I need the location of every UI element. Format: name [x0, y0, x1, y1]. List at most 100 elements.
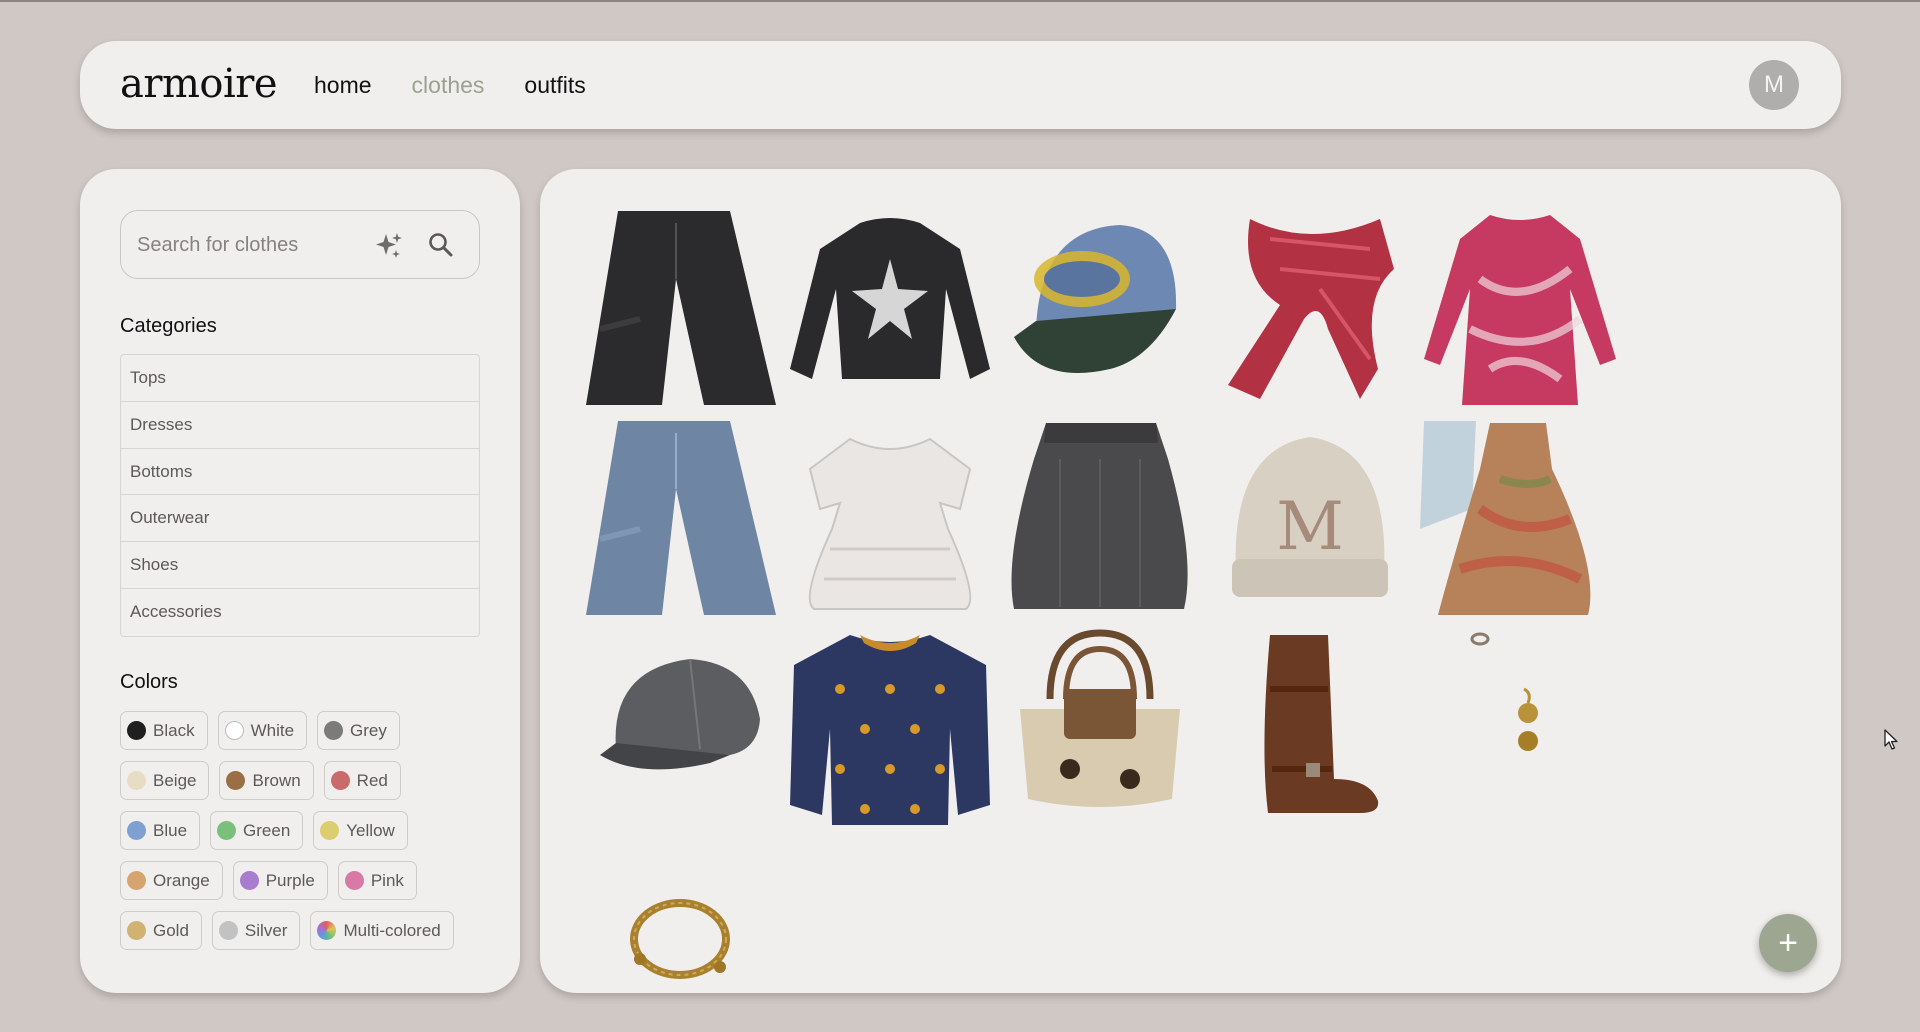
color-chip-multi-colored[interactable]: Multi-colored [310, 911, 454, 950]
color-swatch [317, 921, 337, 940]
clothing-item-blue-jeans[interactable] [580, 419, 780, 619]
jeans-image [586, 211, 776, 405]
skirt-image [1011, 423, 1188, 609]
user-avatar[interactable]: M [1749, 60, 1799, 110]
color-chip-grey[interactable]: Grey [317, 711, 400, 750]
color-label: Green [243, 820, 291, 840]
clothing-item-denim-cap[interactable] [1000, 209, 1200, 409]
colors-heading: Colors [120, 671, 178, 693]
category-shoes[interactable]: Shoes [121, 542, 479, 589]
bag-image [1020, 629, 1180, 807]
color-chip-red[interactable]: Red [323, 761, 401, 800]
color-chip-green[interactable]: Green [210, 811, 304, 850]
color-label: Grey [350, 720, 387, 740]
categories-heading: Categories [120, 315, 217, 337]
clothing-item-grey-newsboy-cap[interactable] [580, 629, 780, 829]
search-box [120, 210, 480, 279]
category-outerwear[interactable]: Outerwear [121, 495, 479, 543]
color-swatch [218, 921, 238, 940]
color-swatch [127, 871, 146, 890]
clothing-item-red-plaid-scarf[interactable] [1210, 209, 1410, 409]
jeans-image [586, 421, 776, 615]
color-chip-orange[interactable]: Orange [120, 861, 223, 900]
color-swatch [217, 821, 237, 840]
add-item-button[interactable]: + [1759, 914, 1817, 972]
color-swatch [127, 821, 146, 840]
color-chip-black[interactable]: Black [120, 711, 208, 750]
beanie-image: M [1232, 437, 1388, 597]
search-icon[interactable] [427, 231, 455, 259]
color-chip-beige[interactable]: Beige [120, 761, 210, 800]
color-swatch [127, 921, 146, 940]
cap-image [1014, 225, 1177, 373]
color-label: Blue [153, 820, 188, 840]
color-chip-brown[interactable]: Brown [219, 761, 314, 800]
search-input[interactable] [137, 229, 357, 261]
color-chip-white[interactable]: White [217, 711, 308, 750]
color-label: Purple [265, 870, 315, 890]
ai-sparkle-icon[interactable] [374, 231, 404, 261]
maxi-image [1420, 421, 1591, 615]
clothing-item-white-babydoll-top[interactable] [790, 419, 990, 619]
color-chip-yellow[interactable]: Yellow [313, 811, 408, 850]
color-label: Black [153, 720, 195, 740]
clothing-item-floral-maxi-dress[interactable] [1420, 419, 1620, 619]
category-list: Tops Dresses Bottoms Outerwear Shoes Acc… [120, 354, 480, 637]
filter-sidebar: Categories Tops Dresses Bottoms Outerwea… [80, 169, 520, 993]
color-swatch [224, 721, 244, 740]
color-filter-list: Black White Grey Beige Brown Red Blue Gr… [120, 711, 480, 961]
newsboy-image [600, 658, 760, 770]
color-label: Beige [153, 770, 197, 790]
color-label: White [250, 720, 295, 740]
color-label: Multi-colored [343, 920, 441, 940]
category-bottoms[interactable]: Bottoms [121, 449, 479, 496]
nav-clothes[interactable]: clothes [412, 72, 485, 99]
nav-outfits[interactable]: outfits [524, 72, 585, 99]
clothing-item-beige-beanie[interactable]: M [1210, 419, 1410, 619]
sweater-image [790, 635, 990, 825]
clothing-item-black-jeans[interactable] [580, 209, 780, 409]
color-chip-purple[interactable]: Purple [232, 861, 328, 900]
color-swatch [324, 721, 344, 740]
color-label: Red [356, 770, 388, 790]
category-accessories[interactable]: Accessories [121, 589, 479, 636]
color-swatch [226, 771, 246, 790]
category-tops[interactable]: Tops [121, 355, 479, 402]
babydoll-image [808, 437, 972, 610]
clothing-item-black-star-top[interactable] [790, 209, 990, 409]
longsleeve-image [790, 218, 990, 379]
mouse-cursor-icon [1884, 729, 1898, 750]
nav-home[interactable]: home [314, 72, 372, 99]
scarf-image [1228, 219, 1394, 399]
category-dresses[interactable]: Dresses [121, 402, 479, 449]
color-label: Orange [153, 870, 210, 890]
color-swatch [344, 871, 364, 890]
clothing-item-gold-bangle[interactable] [580, 839, 780, 1032]
color-chip-gold[interactable]: Gold [120, 911, 202, 950]
clothing-item-gingham-skirt[interactable] [1000, 419, 1200, 619]
color-chip-pink[interactable]: Pink [337, 861, 417, 900]
color-chip-silver[interactable]: Silver [211, 911, 301, 950]
color-label: Yellow [346, 820, 395, 840]
color-swatch [127, 771, 146, 790]
svg-text:M: M [1276, 488, 1344, 565]
clothing-item-pink-print-dress[interactable] [1420, 209, 1620, 409]
color-swatch [320, 821, 340, 840]
boot-image [1264, 635, 1379, 813]
clothing-item-navy-pattern-sweater[interactable] [790, 629, 990, 829]
app-logo[interactable]: armoire [120, 61, 278, 107]
color-swatch [127, 721, 146, 740]
window-top-border [0, 0, 1920, 2]
color-label: Pink [370, 870, 404, 890]
earrings-image [1470, 632, 1538, 751]
color-label: Silver [244, 920, 288, 940]
color-swatch [239, 871, 259, 890]
clothing-item-gold-earrings[interactable] [1420, 629, 1620, 829]
top-header: armoire home clothes outfits M [80, 41, 1841, 129]
dress-image [1424, 215, 1616, 405]
color-chip-blue[interactable]: Blue [120, 811, 201, 850]
clothing-item-brown-riding-boot[interactable] [1210, 629, 1410, 829]
clothes-grid-panel: M + [540, 169, 1841, 993]
clothing-item-printed-handbag[interactable] [1000, 629, 1200, 829]
main-nav: home clothes outfits [314, 72, 586, 99]
